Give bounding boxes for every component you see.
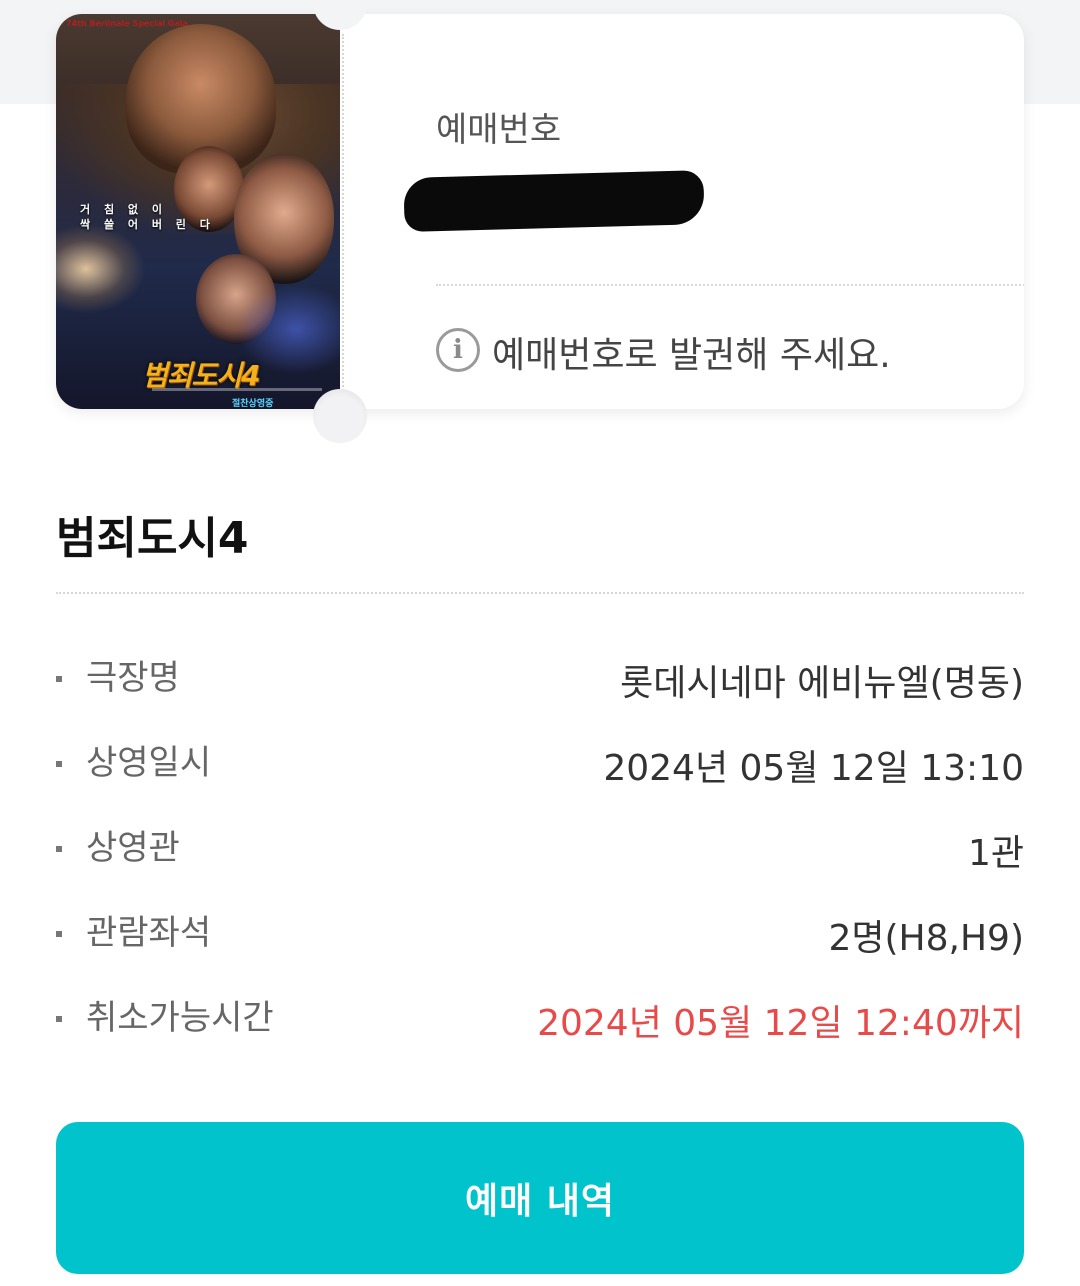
cancel-deadline-value: 2024년 05월 12일 12:40까지 [537,1003,1024,1044]
poster-tagline: 거 침 없 이 싹 쓸 어 버 린 다 [80,202,230,233]
bullet-icon [56,1016,62,1022]
detail-row-seats: 관람좌석 2명(H8,H9) [56,895,1024,980]
poster-tagline-line1: 거 침 없 이 [80,203,167,216]
detail-label: 취소가능시간 [86,998,274,1038]
ticket-divider [436,284,1024,286]
poster-tagline-line2: 싹 쓸 어 버 린 다 [80,218,215,232]
detail-label: 관람좌석 [86,913,212,953]
detail-label: 극장명 [86,658,180,698]
info-icon: i [436,328,480,372]
detail-value: 롯데시네마 에비뉴엘(명동) [620,663,1024,704]
booking-history-button[interactable]: 예매 내역 [56,1122,1024,1274]
poster-light-flare [56,224,146,314]
ticket-perforation [342,34,344,394]
title-divider [56,592,1024,594]
detail-label: 상영관 [86,828,180,868]
detail-row-theater: 극장명 롯데시네마 에비뉴엘(명동) [56,640,1024,725]
booking-details-list: 극장명 롯데시네마 에비뉴엘(명동) 상영일시 2024년 05월 12일 13… [56,640,1024,1065]
detail-row-showtime: 상영일시 2024년 05월 12일 13:10 [56,725,1024,810]
detail-row-screen: 상영관 1관 [56,810,1024,895]
bullet-icon [56,931,62,937]
bullet-icon [56,846,62,852]
booking-number-label: 예매번호 [436,110,562,150]
berlinale-badge: 74th Berlinale Special Gala [66,19,188,28]
booking-number-redacted [403,170,705,232]
bullet-icon [56,761,62,767]
poster-release-text: 절찬상영중 [232,399,274,409]
movie-poster[interactable]: 74th Berlinale Special Gala 거 침 없 이 싹 쓸 … [56,14,340,409]
detail-row-cancel-deadline: 취소가능시간 2024년 05월 12일 12:40까지 [56,980,1024,1065]
detail-value: 2명(H8,H9) [828,918,1024,959]
ticket-notch-bottom [313,389,367,443]
bullet-icon [56,676,62,682]
ticket-card: 74th Berlinale Special Gala 거 침 없 이 싹 쓸 … [56,14,1024,409]
detail-value: 2024년 05월 12일 13:10 [603,748,1024,789]
detail-value: 1관 [967,833,1024,874]
ticket-issue-notice: 예매번호로 발권해 주세요. [492,335,891,376]
movie-title: 범죄도시4 [56,513,249,564]
poster-credits [152,388,322,391]
detail-label: 상영일시 [86,743,212,783]
